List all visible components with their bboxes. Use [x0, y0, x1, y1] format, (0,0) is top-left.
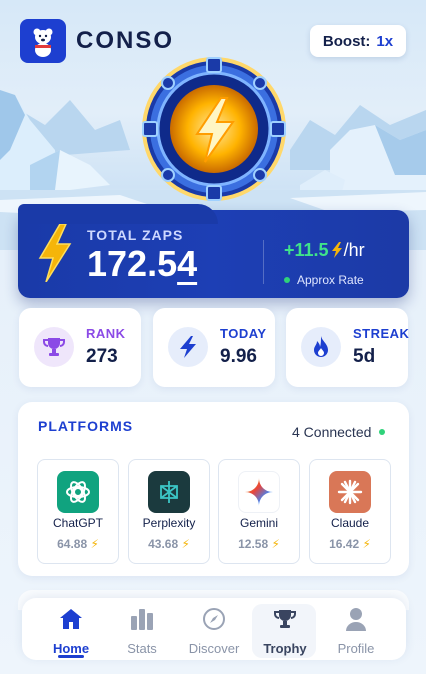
- platforms-title: PLATFORMS: [38, 418, 134, 434]
- app-root: CONSO Boost: 1x TOTAL ZAPS 172.54 +11.5 …: [0, 0, 426, 674]
- claude-icon: [329, 471, 371, 513]
- nav-discover-label: Discover: [188, 641, 240, 656]
- nav-profile[interactable]: Profile: [326, 606, 386, 656]
- platform-value-number: 12.58: [238, 537, 269, 551]
- chatgpt-icon: [57, 471, 99, 513]
- platform-value-number: 43.68: [148, 537, 179, 551]
- app-logo[interactable]: [20, 19, 66, 63]
- nav-stats-label: Stats: [127, 641, 157, 656]
- total-zaps-label: TOTAL ZAPS: [87, 227, 184, 243]
- connected-count-text: 4 Connected: [292, 424, 372, 440]
- profile-icon: [326, 606, 386, 632]
- perplexity-icon: [148, 471, 190, 513]
- connected-dot-icon: [379, 429, 386, 435]
- nav-home[interactable]: Home: [41, 606, 101, 656]
- boost-button[interactable]: Boost: 1x: [310, 25, 406, 57]
- platform-card-perplexity[interactable]: Perplexity 43.68 ⚡: [128, 459, 210, 564]
- rate-label: Approx Rate: [284, 273, 364, 287]
- compass-icon: [184, 606, 244, 632]
- today-value: 9.96: [220, 346, 257, 367]
- boost-label: Boost:: [322, 32, 371, 50]
- platform-card-gemini[interactable]: Gemini 12.58 ⚡: [218, 459, 300, 564]
- card-divider: [263, 240, 264, 284]
- nav-profile-label: Profile: [337, 641, 375, 656]
- status-dot-icon: [284, 277, 290, 283]
- bolt-icon: [38, 224, 72, 282]
- rank-label: RANK: [86, 326, 126, 341]
- nav-stats[interactable]: Stats: [112, 606, 172, 656]
- nav-discover[interactable]: Discover: [184, 606, 244, 656]
- total-zaps-value: 172.54: [87, 243, 197, 285]
- rate-unit: /hr: [343, 240, 365, 260]
- nav-trophy-label: Trophy: [263, 641, 307, 656]
- bolt-icon: ⚡: [90, 537, 99, 551]
- rank-value: 273: [86, 346, 118, 367]
- platform-value: 64.88 ⚡: [38, 537, 118, 551]
- platform-name: Claude: [330, 516, 370, 530]
- home-icon: [41, 606, 101, 632]
- platform-value: 43.68 ⚡: [129, 537, 209, 551]
- platform-value: 12.58 ⚡: [219, 537, 299, 551]
- streak-label: STREAK: [353, 326, 410, 341]
- today-label: TODAY: [220, 326, 267, 341]
- platform-value-number: 64.88: [57, 537, 88, 551]
- platform-card-claude[interactable]: Claude 16.42 ⚡: [309, 459, 391, 564]
- trophy-icon: [34, 327, 74, 367]
- flame-icon: [301, 327, 341, 367]
- bolt-icon: ⚡: [362, 537, 371, 551]
- rate-value: +11.5/hr: [284, 240, 365, 261]
- bolt-icon: [331, 242, 342, 258]
- polar-bear-icon: [33, 28, 53, 57]
- boost-value: 1x: [376, 32, 394, 50]
- stat-card-streak[interactable]: STREAK 5d: [286, 308, 410, 387]
- trophy-icon: [255, 606, 315, 632]
- platform-name: Perplexity: [142, 516, 196, 530]
- stats-icon: [112, 606, 172, 632]
- platform-value-number: 16.42: [329, 537, 360, 551]
- total-zaps-main: 172.5: [87, 243, 178, 284]
- platform-name: ChatGPT: [52, 516, 103, 530]
- platform-card-chatgpt[interactable]: ChatGPT 64.88 ⚡: [37, 459, 119, 564]
- bolt-icon: ⚡: [181, 537, 190, 551]
- energy-orb-button[interactable]: [141, 56, 287, 202]
- platform-name: Gemini: [239, 516, 278, 530]
- platform-value: 16.42 ⚡: [310, 537, 390, 551]
- app-title: CONSO: [76, 27, 175, 54]
- active-tab-indicator: [58, 655, 84, 658]
- nav-trophy[interactable]: Trophy: [255, 606, 315, 656]
- card-tab: [18, 204, 218, 224]
- rate-label-text: Approx Rate: [297, 273, 364, 287]
- stat-card-today[interactable]: TODAY 9.96: [153, 308, 275, 387]
- bolt-icon: ⚡: [271, 537, 280, 551]
- rate-number: +11.5: [284, 240, 329, 260]
- total-zaps-last-digit: 4: [177, 243, 198, 284]
- bolt-icon: [168, 327, 208, 367]
- connected-count: 4 Connected: [292, 424, 386, 440]
- nav-home-label: Home: [52, 641, 90, 656]
- gemini-icon: [238, 471, 280, 513]
- streak-value: 5d: [353, 346, 376, 367]
- stat-card-rank[interactable]: RANK 273: [19, 308, 141, 387]
